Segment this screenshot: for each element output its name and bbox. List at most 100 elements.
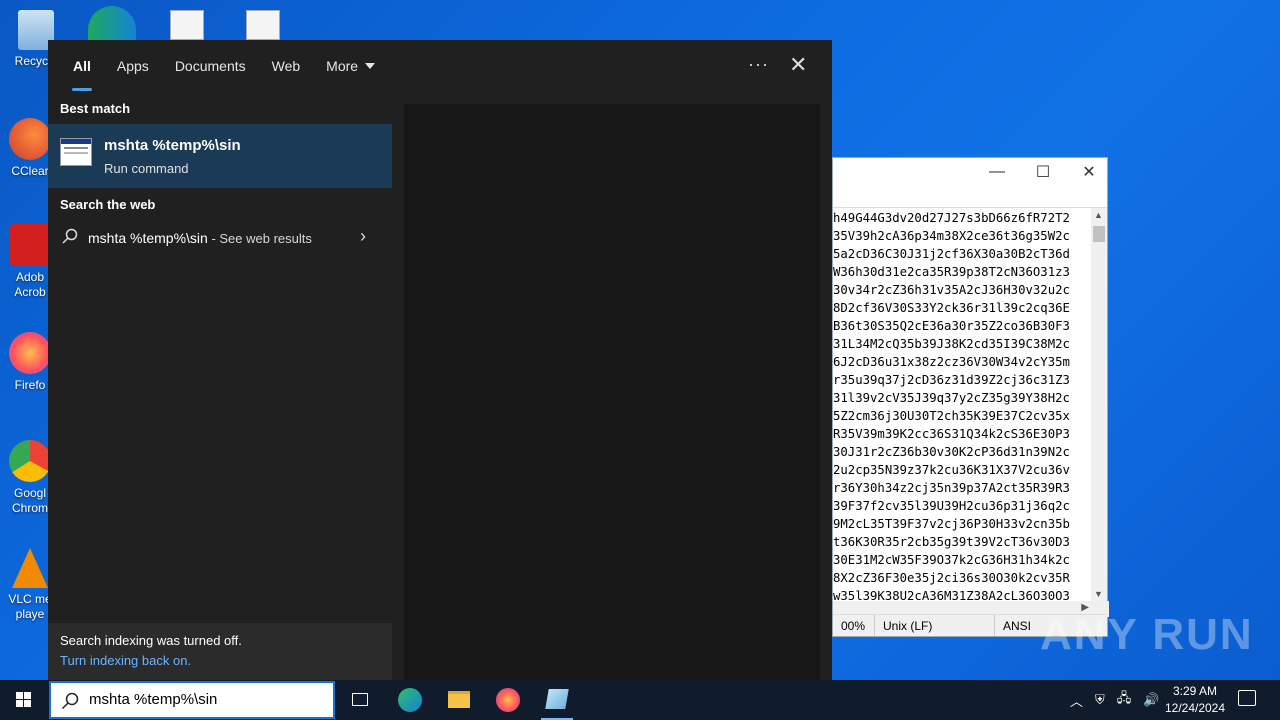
- web-heading: Search the web: [60, 197, 156, 212]
- edge-icon: [398, 688, 422, 712]
- taskbar-firefox[interactable]: [484, 680, 532, 720]
- text-line: 31l39v2cV35J39q37y2cZ35g39Y38H2c: [833, 391, 1070, 405]
- notepad-titlebar: — ☐ ✕: [833, 158, 1107, 186]
- preview-pane: [404, 104, 820, 680]
- notepad-icon: [545, 689, 569, 709]
- text-line: R35V39m39K2cc36S31Q34k2cS36E30P3: [833, 427, 1070, 441]
- chrome-icon: [9, 440, 51, 482]
- search-input[interactable]: [89, 691, 319, 708]
- close-icon[interactable]: ✕: [789, 52, 807, 78]
- status-line-endings: Unix (LF): [875, 615, 995, 636]
- results-column: Best match mshta %temp%\sin Run command …: [48, 92, 392, 680]
- search-icon: [61, 692, 79, 710]
- taskbar-search-box[interactable]: [49, 681, 335, 719]
- status-encoding: ANSI: [1003, 618, 1032, 633]
- tab-all[interactable]: All: [60, 40, 104, 92]
- system-tray: ︿ ⛨ 🖧 🔊: [1070, 680, 1159, 720]
- scroll-thumb[interactable]: [1093, 226, 1105, 242]
- taskbar-clock[interactable]: 3:29 AM 12/24/2024: [1160, 683, 1230, 717]
- search-panel: All Apps Documents Web More ··· ✕ Best m…: [48, 40, 832, 680]
- indexing-link[interactable]: Turn indexing back on.: [60, 653, 380, 668]
- best-match-heading: Best match: [60, 101, 131, 116]
- text-line: 35V39h2cA36p34m38X2ce36t36g35W2c: [833, 229, 1070, 243]
- text-line: 8D2cf36V30S33Y2ck36r31l39c2cq36E: [833, 301, 1070, 315]
- tab-label: Web: [271, 58, 301, 74]
- watermark-logo: ANY RUN: [1040, 610, 1254, 659]
- tab-label: More: [326, 58, 359, 74]
- maximize-icon[interactable]: ☐: [1035, 162, 1051, 182]
- chevron-down-icon: [365, 63, 376, 69]
- more-options-icon[interactable]: ···: [748, 54, 769, 75]
- folder-icon: [448, 691, 470, 708]
- taskbar-edge[interactable]: [386, 680, 434, 720]
- text-line: 5Z2cm36j30U30T2ch35K39E37C2cv35x: [833, 409, 1070, 423]
- volume-icon[interactable]: 🔊: [1143, 692, 1159, 708]
- text-line: 39F37f2cv35l39U39H2cu36p31j36q2c: [833, 499, 1070, 513]
- text-line: 9M2cL35T39F37v2cj36P30H33v2cn35b: [833, 517, 1070, 531]
- ccleaner-icon: [9, 118, 51, 160]
- text-line: 30E31M2cW35F39O37k2cG36H31h34k2c: [833, 553, 1070, 567]
- tab-label: Documents: [174, 58, 246, 74]
- start-button[interactable]: [0, 680, 48, 720]
- desktop-icon-file-1[interactable]: [170, 10, 204, 40]
- scroll-down-icon[interactable]: ▼: [1094, 589, 1103, 599]
- tab-more[interactable]: More: [313, 40, 388, 92]
- best-match-subtitle: Run command: [104, 161, 189, 176]
- text-line: h49G44G3dv20d27J27s3bD66z6fR72T2: [833, 211, 1070, 225]
- text-line: 30v34r2cZ36h31v35A2cJ36H30v32u2c: [833, 283, 1070, 297]
- clock-time: 3:29 AM: [1172, 684, 1218, 698]
- desktop-icon-file-2[interactable]: [246, 10, 280, 40]
- desktop-icon-edge[interactable]: [88, 6, 136, 40]
- web-search-result[interactable]: mshta %temp%\sin - See web results ›: [48, 218, 392, 258]
- scroll-up-icon[interactable]: ▲: [1094, 210, 1103, 220]
- taskbar: ︿ ⛨ 🖧 🔊 3:29 AM 12/24/2024: [0, 680, 1280, 720]
- notepad-text-area[interactable]: h49G44G3dv20d27J27s3bD66z6fR72T2 35V39h2c…: [833, 208, 1093, 601]
- network-icon[interactable]: 🖧: [1117, 689, 1132, 711]
- web-result-text: mshta %temp%\sin - See web results: [88, 230, 312, 246]
- status-zoom: 00%: [833, 615, 875, 636]
- tab-apps[interactable]: Apps: [104, 40, 162, 92]
- tab-label: All: [73, 58, 91, 74]
- text-line: B36t30S35Q2cE36a30r35Z2co36B30F3: [833, 319, 1070, 333]
- run-command-icon: [60, 138, 92, 166]
- text-line: r36Y30h34z2cj35n39p37A2ct35R39R3: [833, 481, 1070, 495]
- indexing-notice: Search indexing was turned off. Turn ind…: [48, 623, 392, 680]
- text-line: 2u2cp35N39z37k2cu36K31X37V2cu36v: [833, 463, 1070, 477]
- task-view-icon: [352, 693, 368, 706]
- vlc-icon: [12, 548, 48, 588]
- close-icon[interactable]: ✕: [1081, 162, 1097, 182]
- notepad-vertical-scrollbar[interactable]: ▲ ▼: [1091, 208, 1107, 601]
- notepad-window[interactable]: — ☐ ✕ h49G44G3dv20d27J27s3bD66z6fR72T2 35…: [832, 157, 1109, 637]
- tab-documents[interactable]: Documents: [162, 40, 259, 92]
- firefox-icon: [9, 332, 51, 374]
- text-line: 6J2cD36u31x38z2cz36V30W34v2cY35m: [833, 355, 1070, 369]
- text-line: 30J31r2cZ36b30v30K2cP36d31n39N2c: [833, 445, 1070, 459]
- firefox-icon: [496, 688, 520, 712]
- text-line: 5a2cD36C30J31j2cf36X30a30B2cT36d: [833, 247, 1070, 261]
- tab-label: Apps: [116, 58, 149, 74]
- clock-date: 12/24/2024: [1164, 701, 1226, 715]
- text-line: r35u39q37j2cD36z31d39Z2cj36c31Z3: [833, 373, 1070, 387]
- web-result-query: mshta %temp%\sin: [88, 230, 208, 246]
- search-tabs: All Apps Documents Web More: [48, 40, 832, 92]
- text-line: 31L34M2cQ35b39J38K2cd35I39C38M2c: [833, 337, 1070, 351]
- chevron-up-icon[interactable]: ︿: [1070, 691, 1083, 710]
- text-line: t36K30R35r2cb35g39t39V2cT36v30D3: [833, 535, 1070, 549]
- task-view-button[interactable]: [336, 680, 384, 720]
- text-line: 8X2cZ36F30e35j2ci36s30O30k2cv35R: [833, 571, 1070, 585]
- taskbar-file-explorer[interactable]: [435, 680, 483, 720]
- indexing-message: Search indexing was turned off.: [60, 633, 242, 648]
- best-match-title: mshta %temp%\sin: [104, 137, 241, 154]
- notification-center-icon[interactable]: [1238, 690, 1256, 706]
- taskbar-notepad[interactable]: [533, 680, 581, 720]
- best-match-result[interactable]: mshta %temp%\sin Run command: [48, 124, 392, 188]
- chevron-right-icon[interactable]: ›: [360, 226, 366, 247]
- web-result-suffix: - See web results: [207, 231, 312, 246]
- minimize-icon[interactable]: —: [989, 163, 1005, 181]
- search-icon: [62, 228, 78, 244]
- tab-web[interactable]: Web: [259, 40, 314, 92]
- notepad-menubar: [833, 186, 1107, 208]
- text-line: w35l39K38U2cA36M31Z38A2cL36O30O3: [833, 589, 1070, 601]
- text-line: W36h30d31e2ca35R39p38T2cN36O31z3: [833, 265, 1070, 279]
- security-icon[interactable]: ⛨: [1095, 692, 1105, 708]
